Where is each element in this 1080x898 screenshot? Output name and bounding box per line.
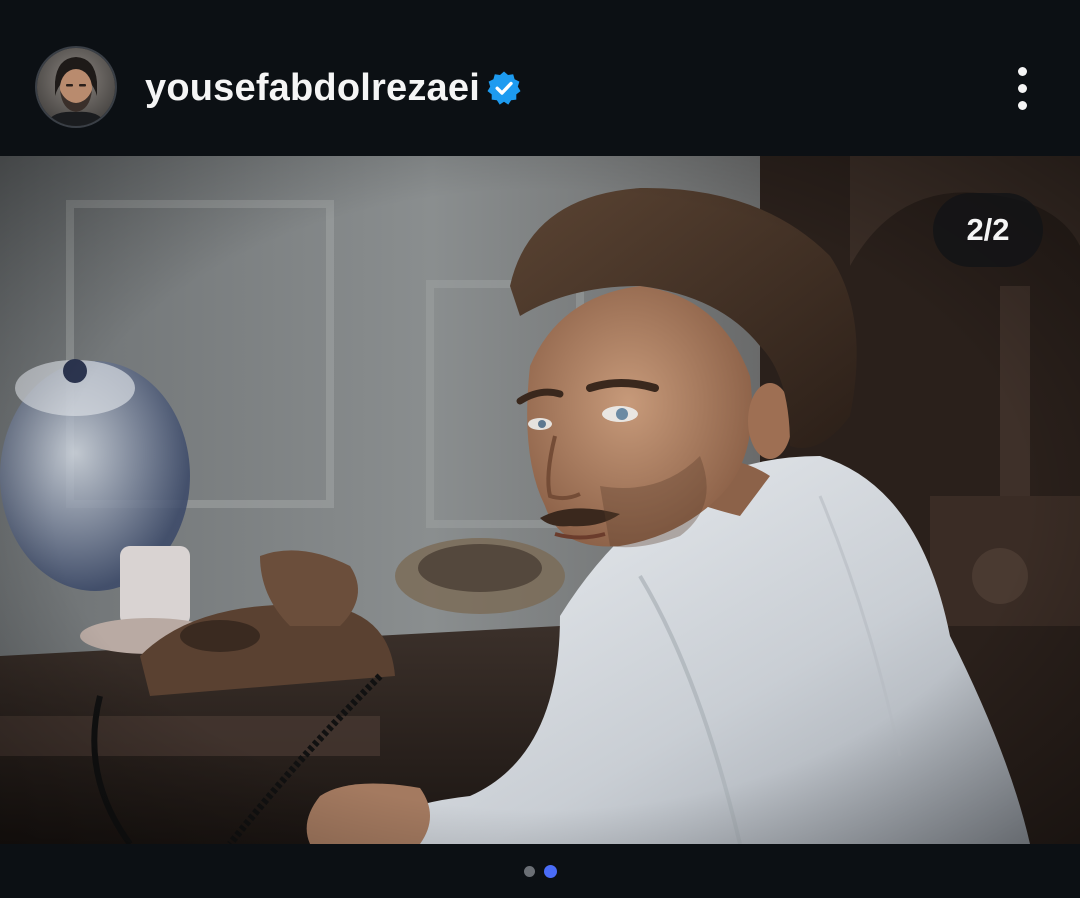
verified-badge-icon: [486, 70, 522, 106]
author-avatar[interactable]: [37, 48, 115, 126]
more-options-dot-icon: [1017, 100, 1027, 110]
more-options-button[interactable]: [1000, 60, 1044, 116]
more-options-dot-icon: [1017, 66, 1027, 76]
photo-image: [0, 156, 1080, 844]
more-options-dot-icon: [1017, 83, 1027, 93]
carousel-dot-2-active[interactable]: [543, 864, 557, 878]
carousel-dot-1[interactable]: [523, 865, 535, 877]
post-header: yousefabdolrezaei: [0, 0, 1080, 156]
author-username[interactable]: yousefabdolrezaei: [145, 65, 480, 111]
carousel-pager: [0, 844, 1080, 898]
avatar-image: [37, 48, 115, 126]
post-photo[interactable]: [0, 156, 1080, 844]
carousel-counter: 2/2: [933, 193, 1043, 267]
post-container: yousefabdolrezaei 2/2: [0, 0, 1080, 898]
